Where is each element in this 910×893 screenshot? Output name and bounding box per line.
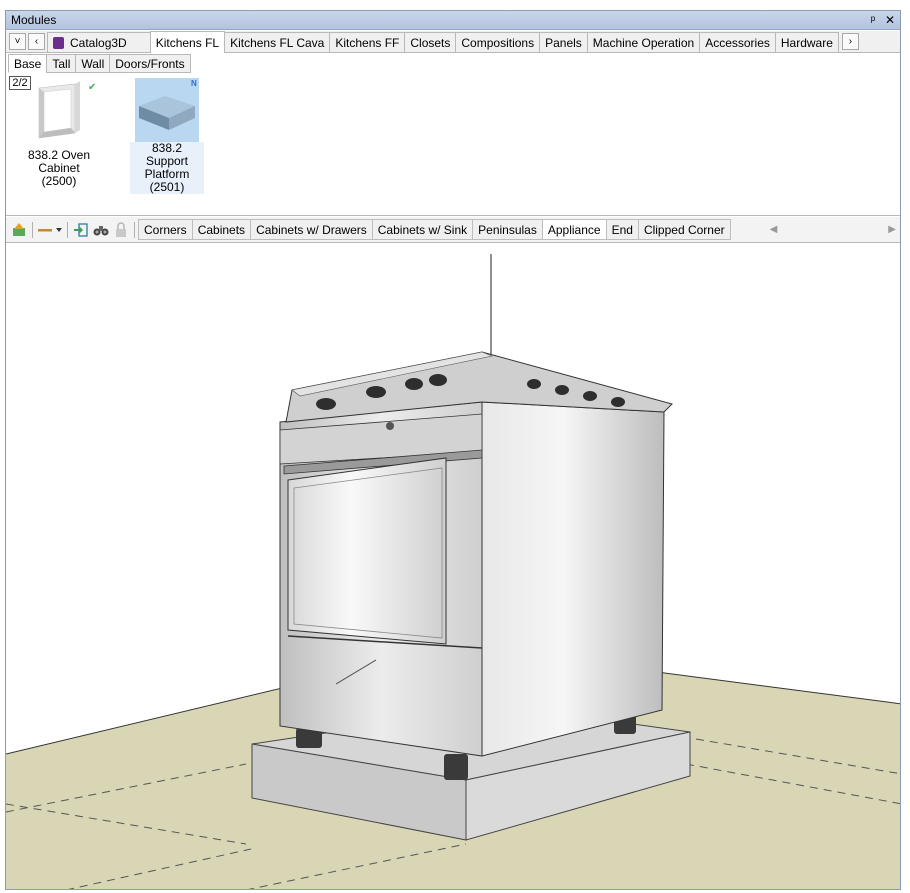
module-thumbnail-area: 2/2 ✔ 838.2 Oven Cabinet (2500) N 838.2 … [6,73,900,216]
tab-kitchens-fl-cava[interactable]: Kitchens FL Cava [224,32,331,52]
stove-3d-render [6,254,900,889]
close-icon[interactable]: ✕ [883,13,897,27]
up-level-icon[interactable] [9,220,29,240]
toolbar-separator [32,221,33,238]
catalog-tab-strip: ˅ ‹ Catalog3D Kitchens FL Kitchens FL Ca… [6,31,900,53]
toolbar-separator [134,221,135,238]
tab-list-dropdown-button[interactable]: ˅ [9,33,26,50]
tab-accessories[interactable]: Accessories [699,32,776,52]
line-style-dropdown-icon[interactable] [36,220,64,240]
category-clipped-corner[interactable]: Clipped Corner [637,219,731,240]
toolbar-separator [67,221,68,238]
category-cabinets-with-sink[interactable]: Cabinets w/ Sink [371,219,474,240]
subtab-tall[interactable]: Tall [46,54,77,73]
subtab-wall[interactable]: Wall [75,54,111,73]
category-end[interactable]: End [605,219,639,240]
insert-icon[interactable] [71,220,91,240]
module-item-oven-cabinet[interactable]: ✔ 838.2 Oven Cabinet (2500) [9,78,109,188]
tab-compositions[interactable]: Compositions [455,32,541,52]
subtab-doors-fronts[interactable]: Doors/Fronts [109,54,191,73]
category-toolbar: Corners Cabinets Cabinets w/ Drawers Cab… [6,217,900,243]
stove-side-panel [481,401,665,757]
tab-scroll-right-button[interactable]: › [841,33,859,50]
category-appliance[interactable]: Appliance [541,219,607,240]
tab-hardware[interactable]: Hardware [774,32,839,52]
panel-titlebar: Modules ᵖ ✕ [6,11,900,30]
subtab-base[interactable]: Base [8,54,48,73]
category-cabinets-with-drawers[interactable]: Cabinets w/ Drawers [250,219,373,240]
selection-highlight: N [135,78,199,142]
module-item-support-platform[interactable]: N 838.2 Support Platform (2501) [130,78,204,194]
3d-preview-viewport[interactable] [6,244,900,889]
category-scroll: ◀ ▶ [730,224,900,235]
sub-tab-strip: Base Tall Wall Doors/Fronts [6,53,900,73]
pin-icon[interactable]: ᵖ [866,13,880,27]
support-platform-thumbnail: N [139,79,197,130]
tab-kitchens-fl[interactable]: Kitchens FL [149,31,226,53]
new-badge-icon: N [191,79,197,88]
modules-panel: Modules ᵖ ✕ ˅ ‹ Catalog3D Kitchens FL Ki… [5,10,901,890]
scroll-left-arrow[interactable]: ◀ [770,224,778,235]
oven-cabinet-thumbnail: ✔ [38,81,96,139]
installed-check-icon: ✔ [88,82,96,93]
tab-scroll-left-button[interactable]: ‹ [28,33,45,50]
category-corners[interactable]: Corners [138,219,193,240]
category-cabinets[interactable]: Cabinets [191,219,252,240]
tab-closets[interactable]: Closets [404,32,457,52]
binoculars-icon[interactable] [91,220,111,240]
tab-kitchens-ff[interactable]: Kitchens FF [329,32,406,52]
category-peninsulas[interactable]: Peninsulas [472,219,543,240]
scroll-right-arrow[interactable]: ▶ [888,224,896,235]
catalog-cube-icon [53,36,64,49]
tab-panels[interactable]: Panels [539,32,588,52]
lock-icon[interactable] [111,220,131,240]
tab-catalog3d[interactable]: Catalog3D [47,32,151,52]
panel-title: Modules [11,13,57,27]
tab-machine-operation[interactable]: Machine Operation [586,32,701,52]
